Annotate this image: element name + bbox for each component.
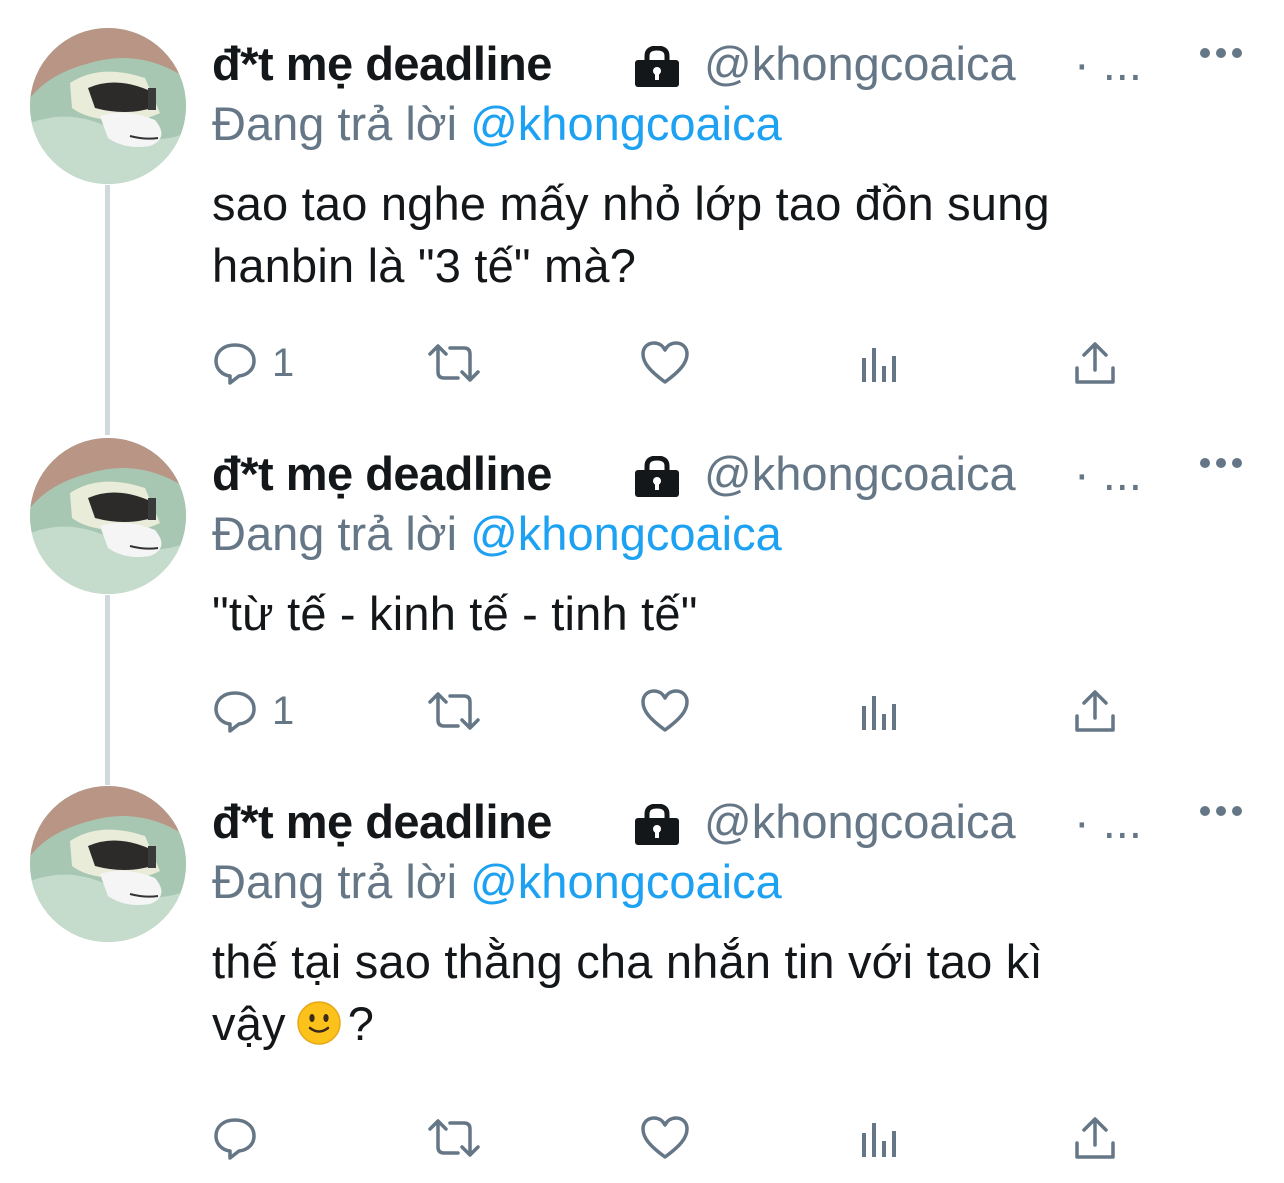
heart-icon (641, 341, 689, 384)
retweet-button[interactable] (426, 1113, 482, 1163)
tweet-actions (212, 1113, 1132, 1163)
replying-mention-link[interactable]: @khongcoaica (470, 507, 782, 560)
tweet[interactable]: đ*t mẹ deadline @khongcoaica · ... Đang … (0, 410, 1284, 760)
share-upload-icon (1075, 1117, 1115, 1159)
replying-to: Đang trả lời @khongcoaica (212, 504, 782, 564)
analytics-bars-icon (862, 1123, 896, 1157)
reply-bubble-icon (214, 691, 256, 733)
retweet-icon (428, 344, 480, 382)
timestamp-separator: · ... (1074, 37, 1142, 90)
user-handle[interactable]: @khongcoaica (704, 792, 1016, 852)
analytics-button[interactable] (858, 338, 902, 388)
replying-mention-link[interactable]: @khongcoaica (470, 855, 782, 908)
tweet-text: thế tại sao thằng cha nhắn tin với tao k… (212, 931, 1232, 1055)
tweet-text-line: thế tại sao thằng cha nhắn tin với tao k… (212, 935, 1043, 988)
tweet-text-line: "từ tế - kinh tế - tinh tế" (212, 587, 698, 640)
like-button[interactable] (640, 338, 690, 388)
display-name[interactable]: đ*t mẹ deadline (212, 34, 552, 94)
analytics-bars-icon (862, 348, 896, 382)
tweet-text-line-last: vậy ? (212, 993, 1232, 1055)
display-name[interactable]: đ*t mẹ deadline (212, 792, 552, 852)
tweet-text-line: hanbin là "3 tế" mà? (212, 239, 637, 292)
replying-prefix: Đang trả lời (212, 97, 458, 150)
share-upload-icon (1075, 690, 1115, 732)
tweet-text-line: vậy (212, 997, 286, 1050)
reply-bubble-icon (214, 343, 256, 385)
reply-count: 1 (272, 341, 295, 385)
display-name[interactable]: đ*t mẹ deadline (212, 444, 552, 504)
heart-icon (641, 689, 689, 732)
user-handle[interactable]: @khongcoaica (704, 34, 1016, 94)
slightly-smiling-face-icon (297, 1001, 341, 1045)
share-button[interactable] (1072, 338, 1118, 388)
retweet-button[interactable] (426, 338, 482, 388)
lock-icon (635, 46, 679, 87)
retweet-icon (428, 692, 480, 730)
reply-count: 1 (272, 689, 295, 733)
reply-bubble-icon (214, 1118, 256, 1160)
timestamp-separator: · ... (1074, 795, 1142, 848)
retweet-icon (428, 1119, 480, 1157)
analytics-bars-icon (862, 696, 896, 730)
replying-prefix: Đang trả lời (212, 507, 458, 560)
like-button[interactable] (640, 686, 690, 736)
user-handle[interactable]: @khongcoaica (704, 444, 1016, 504)
tweet-text-line: sao tao nghe mấy nhỏ lớp tao đồn sung (212, 177, 1050, 230)
reply-button[interactable]: 1 (212, 338, 294, 388)
tweet-text-suffix: ? (347, 997, 375, 1050)
timestamp-separator: · ... (1074, 447, 1142, 500)
tweet-text: sao tao nghe mấy nhỏ lớp tao đồn sung ha… (212, 173, 1232, 297)
replying-to: Đang trả lời @khongcoaica (212, 852, 782, 912)
share-button[interactable] (1072, 686, 1118, 736)
tweet-actions: 1 (212, 686, 1132, 736)
share-button[interactable] (1072, 1113, 1118, 1163)
share-upload-icon (1075, 342, 1115, 384)
replying-prefix: Đang trả lời (212, 855, 458, 908)
analytics-button[interactable] (858, 1113, 902, 1163)
avatar[interactable] (30, 28, 186, 184)
replying-mention-link[interactable]: @khongcoaica (470, 97, 782, 150)
replying-to: Đang trả lời @khongcoaica (212, 94, 782, 154)
avatar[interactable] (30, 438, 186, 594)
lock-icon (635, 804, 679, 845)
retweet-button[interactable] (426, 686, 482, 736)
lock-icon (635, 456, 679, 497)
like-button[interactable] (640, 1113, 690, 1163)
tweet[interactable]: đ*t mẹ deadline @khongcoaica · ... Đang … (0, 0, 1284, 410)
tweet[interactable]: đ*t mẹ deadline @khongcoaica · ... Đang … (0, 758, 1284, 1183)
more-horizontal-icon[interactable] (1197, 448, 1245, 478)
more-horizontal-icon[interactable] (1197, 796, 1245, 826)
heart-icon (641, 1116, 689, 1159)
analytics-button[interactable] (858, 686, 902, 736)
reply-button[interactable] (212, 1113, 272, 1163)
reply-button[interactable]: 1 (212, 686, 294, 736)
avatar[interactable] (30, 786, 186, 942)
tweet-actions: 1 (212, 338, 1132, 388)
tweet-text: "từ tế - kinh tế - tinh tế" (212, 583, 1232, 645)
more-horizontal-icon[interactable] (1197, 38, 1245, 68)
